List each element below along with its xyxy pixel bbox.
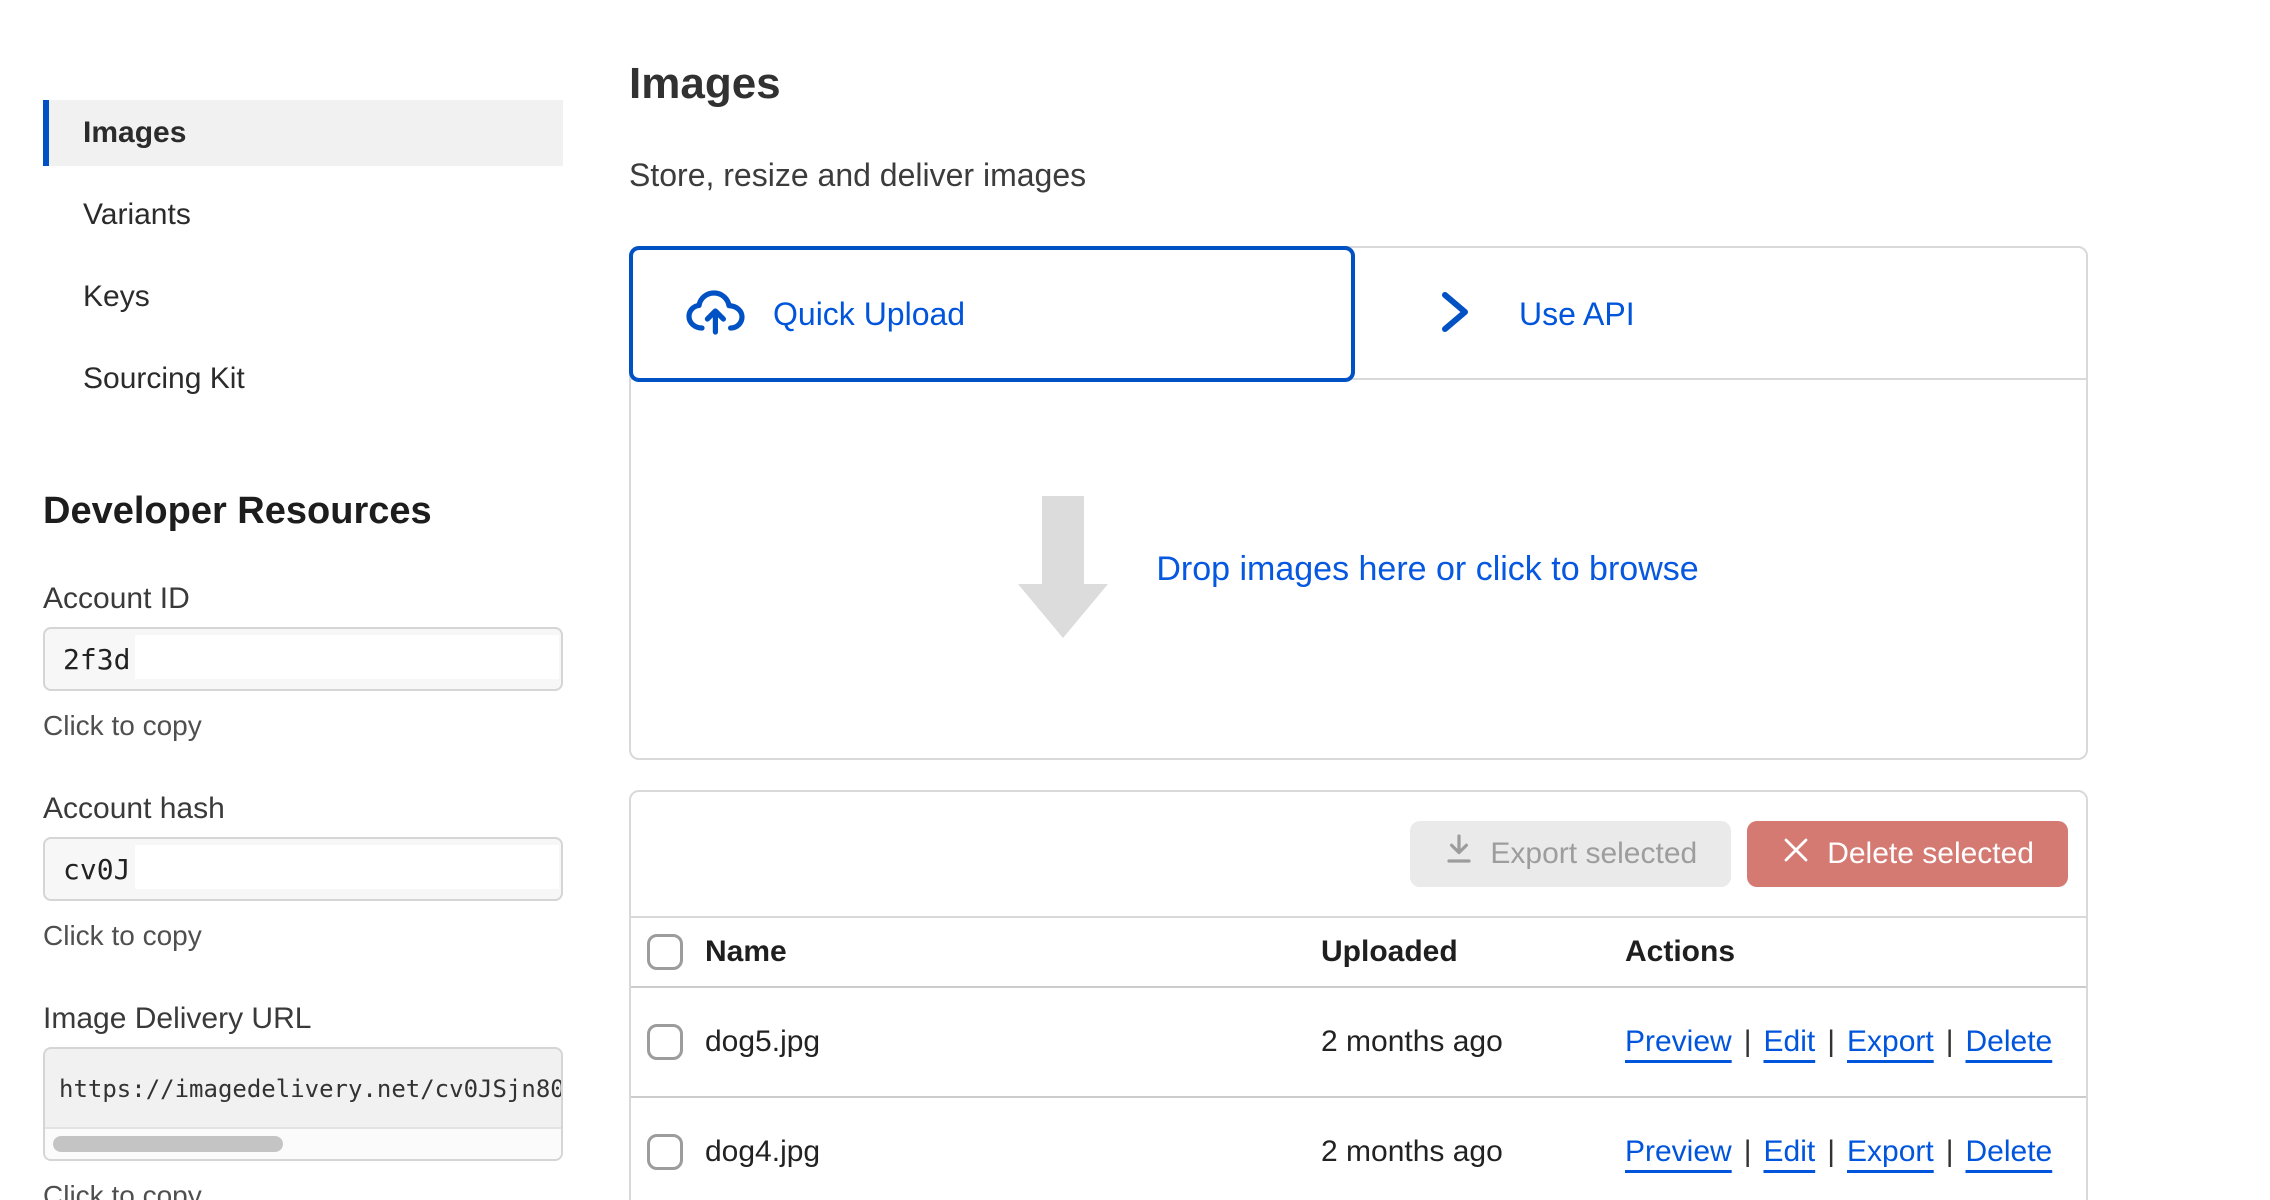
select-all-checkbox[interactable] [647,934,683,970]
table-toolbar: Export selected Delete selected [631,792,2086,918]
upload-tabs: Quick Upload Use API [631,248,2086,380]
delivery-url-label: Image Delivery URL [43,1001,563,1037]
delivery-url-field[interactable]: https://imagedelivery.net/cv0JSjn80 [43,1047,563,1161]
uploaded-time: 2 months ago [1321,1135,1625,1169]
delete-selected-button[interactable]: Delete selected [1747,821,2068,887]
x-icon [1781,835,1811,873]
account-hash-mask [135,845,559,889]
account-id-group: Account ID 2f3d Click to copy [43,581,563,743]
click-to-copy-hint: Click to copy [43,709,563,743]
delete-link[interactable]: Delete [1966,1025,2053,1058]
arrow-down-icon [1018,496,1108,643]
image-name: dog5.jpg [705,1025,1321,1059]
images-dashboard: Images Variants Keys Sourcing Kit Develo… [0,0,2270,1200]
delivery-url-group: Image Delivery URL https://imagedelivery… [43,1001,563,1200]
delete-selected-label: Delete selected [1827,837,2034,871]
export-selected-label: Export selected [1490,837,1697,871]
column-header-name: Name [705,935,1321,969]
row-actions: Preview|Edit|Export|Delete [1625,1025,2086,1059]
sidebar-item-sourcing-kit[interactable]: Sourcing Kit [43,346,563,412]
sidebar-item-keys[interactable]: Keys [43,264,563,330]
separator: | [1732,1025,1764,1058]
chevron-right-icon [1437,289,1471,340]
edit-link[interactable]: Edit [1764,1135,1816,1168]
account-id-field[interactable]: 2f3d [43,627,563,691]
sidebar-item-images[interactable]: Images [43,100,563,166]
table-row: dog4.jpg 2 months ago Preview|Edit|Expor… [631,1098,2086,1200]
separator: | [1732,1135,1764,1168]
sidebar-nav: Images Variants Keys Sourcing Kit [43,100,563,412]
preview-link[interactable]: Preview [1625,1025,1732,1058]
download-icon [1444,834,1474,874]
tab-use-api[interactable]: Use API [1437,248,1635,380]
page-subtitle: Store, resize and deliver images [629,156,2088,194]
uploaded-time: 2 months ago [1321,1025,1625,1059]
page-title: Images [629,58,2088,110]
use-api-label: Use API [1519,296,1635,333]
delete-link[interactable]: Delete [1966,1135,2053,1168]
export-selected-button[interactable]: Export selected [1410,821,1731,887]
account-id-value: 2f3d [63,629,130,689]
images-table-card: Export selected Delete selected Name Upl… [629,790,2088,1200]
export-link[interactable]: Export [1847,1135,1934,1168]
row-checkbox[interactable] [647,1134,683,1170]
upload-card: Quick Upload Use API Drop [629,246,2088,760]
separator: | [1815,1135,1847,1168]
image-name: dog4.jpg [705,1135,1321,1169]
sidebar-item-variants[interactable]: Variants [43,182,563,248]
developer-resources-heading: Developer Resources [43,490,563,533]
account-hash-label: Account hash [43,791,563,827]
sidebar: Images Variants Keys Sourcing Kit Develo… [43,0,563,1200]
sidebar-item-label: Sourcing Kit [83,362,245,396]
row-checkbox[interactable] [647,1024,683,1060]
sidebar-item-label: Variants [83,198,191,232]
click-to-copy-hint: Click to copy [43,919,563,953]
table-row: dog5.jpg 2 months ago Preview|Edit|Expor… [631,988,2086,1098]
delivery-url-value: https://imagedelivery.net/cv0JSjn80 [45,1049,561,1129]
edit-link[interactable]: Edit [1764,1025,1816,1058]
account-hash-field[interactable]: cv0J [43,837,563,901]
cloud-upload-icon [685,289,747,340]
account-id-label: Account ID [43,581,563,617]
click-to-copy-hint: Click to copy [43,1179,563,1200]
main-content: Images Store, resize and deliver images … [629,0,2088,1200]
horizontal-scrollbar[interactable] [45,1127,561,1159]
account-id-mask [135,635,559,679]
column-header-actions: Actions [1625,935,2086,969]
sidebar-item-label: Images [83,116,186,150]
image-dropzone[interactable]: Drop images here or click to browse [631,380,2086,758]
separator: | [1934,1025,1966,1058]
dropzone-text: Drop images here or click to browse [1156,550,1698,589]
quick-upload-label: Quick Upload [773,296,965,333]
tab-quick-upload[interactable]: Quick Upload [629,246,1355,382]
account-hash-value: cv0J [63,839,130,899]
table-header-row: Name Uploaded Actions [631,918,2086,988]
separator: | [1934,1135,1966,1168]
account-hash-group: Account hash cv0J Click to copy [43,791,563,953]
sidebar-item-label: Keys [83,280,150,314]
preview-link[interactable]: Preview [1625,1135,1732,1168]
column-header-uploaded: Uploaded [1321,935,1625,969]
row-actions: Preview|Edit|Export|Delete [1625,1135,2086,1169]
scrollbar-thumb[interactable] [53,1136,283,1152]
export-link[interactable]: Export [1847,1025,1934,1058]
separator: | [1815,1025,1847,1058]
